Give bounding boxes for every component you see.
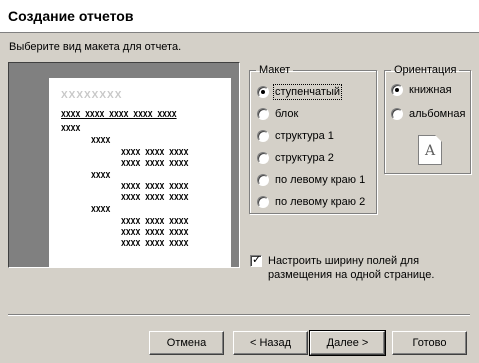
cancel-button[interactable]: Отмена <box>149 331 224 355</box>
back-button[interactable]: < Назад <box>233 331 308 355</box>
preview-row: XXXX <box>61 124 81 133</box>
portrait-page-icon: A <box>418 135 442 165</box>
radio-label: блок <box>275 108 299 120</box>
preview-row: XXXX XXXX XXXX <box>121 217 189 226</box>
window-title: Создание отчетов <box>8 8 134 24</box>
radio-button[interactable] <box>257 108 269 120</box>
preview-row: XXXX XXXX XXXX <box>121 228 189 237</box>
preview-header-row: XXXX XXXX XXXX XXXX XXXX <box>61 110 177 119</box>
separator <box>8 314 470 316</box>
next-button[interactable]: Далее > <box>309 330 386 356</box>
preview-row: XXXX XXXX XXXX <box>121 159 189 168</box>
radio-button[interactable] <box>257 196 269 208</box>
preview-row: XXXX XXXX XXXX <box>121 148 189 157</box>
radio-layout-stepped[interactable]: ступенчатый <box>257 84 343 100</box>
radio-button[interactable] <box>257 152 269 164</box>
orientation-group-legend: Ориентация <box>394 64 457 76</box>
instruction-text: Выберите вид макета для отчета. <box>9 41 182 53</box>
preview-row: XXXX XXXX XXXX <box>121 182 189 191</box>
layout-group-legend: Макет <box>259 64 291 76</box>
radio-label: альбомная <box>409 108 466 120</box>
checkbox-box[interactable] <box>250 253 262 267</box>
radio-label: по левому краю 2 <box>275 196 366 208</box>
preview-row: XXXX <box>91 171 111 180</box>
radio-orientation-landscape[interactable]: альбомная <box>391 108 465 120</box>
radio-label: книжная <box>409 84 452 96</box>
wizard-header: Создание отчетов <box>0 0 479 33</box>
radio-button[interactable] <box>391 108 403 120</box>
preview-row: XXXX <box>91 205 111 214</box>
radio-label: структура 2 <box>275 152 334 164</box>
radio-layout-block[interactable]: блок <box>257 108 298 120</box>
layout-preview: XXXXXXXX XXXX XXXX XXXX XXXX XXXX XXXX X… <box>8 62 240 268</box>
fit-width-label: Настроить ширину полей для размещения на… <box>268 255 435 281</box>
page-letter: A <box>425 143 436 159</box>
radio-button[interactable] <box>257 130 269 142</box>
radio-label: ступенчатый <box>272 84 343 100</box>
radio-label: по левому краю 1 <box>275 174 366 186</box>
preview-title: XXXXXXXX <box>61 90 123 101</box>
radio-layout-left1[interactable]: по левому краю 1 <box>257 174 365 186</box>
radio-orientation-portrait[interactable]: книжная <box>391 84 452 96</box>
finish-button[interactable]: Готово <box>392 331 467 355</box>
radio-button[interactable] <box>257 174 269 186</box>
radio-button[interactable] <box>391 84 403 96</box>
radio-label: структура 1 <box>275 130 334 142</box>
radio-layout-outline2[interactable]: структура 2 <box>257 152 334 164</box>
preview-row: XXXX XXXX XXXX <box>121 193 189 202</box>
fit-width-checkbox[interactable]: Настроить ширину полей для размещения на… <box>250 253 468 282</box>
radio-layout-outline1[interactable]: структура 1 <box>257 130 334 142</box>
radio-layout-left2[interactable]: по левому краю 2 <box>257 196 365 208</box>
preview-page: XXXXXXXX XXXX XXXX XXXX XXXX XXXX XXXX X… <box>49 78 231 268</box>
preview-row: XXXX XXXX XXXX <box>121 239 189 248</box>
preview-row: XXXX <box>91 136 111 145</box>
radio-button[interactable] <box>257 86 269 98</box>
